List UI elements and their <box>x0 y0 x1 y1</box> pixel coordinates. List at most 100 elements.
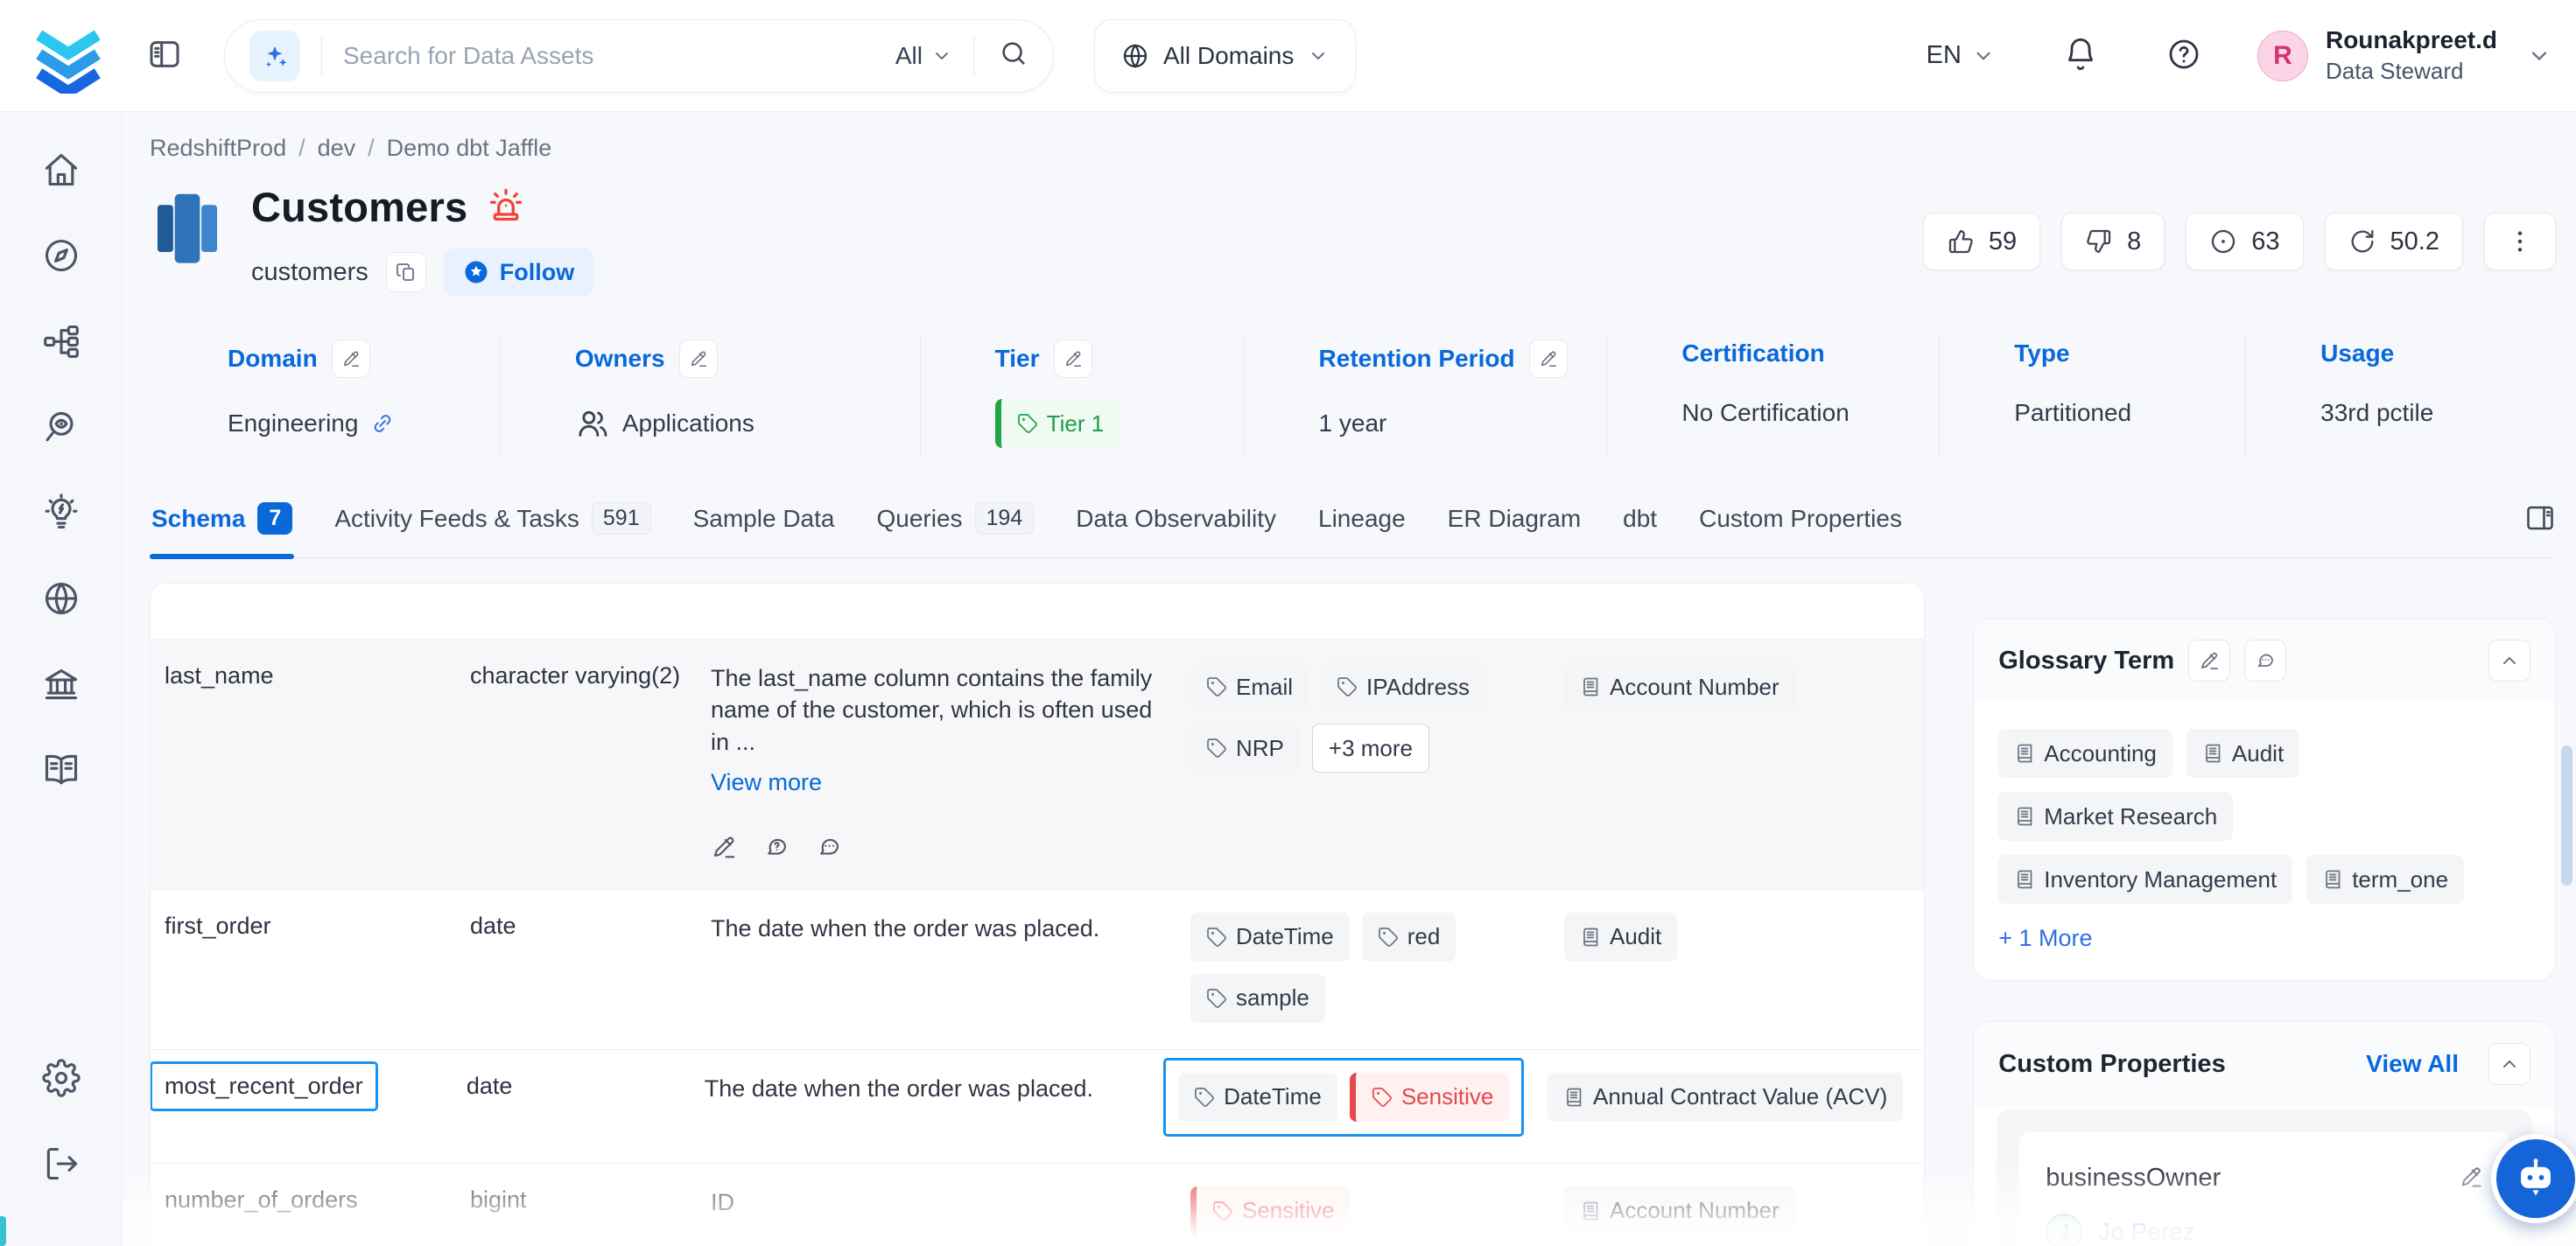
vertical-scrollbar-thumb[interactable] <box>2561 746 2572 886</box>
comments-icon-button[interactable] <box>2244 640 2286 682</box>
selection-highlight-box: DateTime Sensitive <box>1163 1058 1524 1137</box>
notifications-bell-icon[interactable] <box>2063 37 2098 74</box>
column-description-cell: The last_name column contains the family… <box>711 662 1190 863</box>
search-icon[interactable] <box>999 38 1028 73</box>
more-tags-chip[interactable]: +3 more <box>1312 724 1429 773</box>
view-more-link[interactable]: View more <box>711 766 822 798</box>
tier-chip[interactable]: Tier 1 <box>995 399 1120 448</box>
target-stat-button[interactable]: 63 <box>2186 213 2303 270</box>
search-scope-dropdown[interactable]: All <box>895 42 952 70</box>
sidebar-item-insights-bulb[interactable] <box>33 485 89 541</box>
glossary-term-chip[interactable]: Market Research <box>1998 792 2233 841</box>
tag-chip[interactable]: Email <box>1190 662 1309 711</box>
meta-value: 1 year <box>1319 399 1607 448</box>
edit-icon-button[interactable] <box>1529 340 1568 378</box>
comments-icon[interactable] <box>816 834 842 863</box>
tag-chip[interactable]: DateTime <box>1178 1073 1337 1122</box>
column-name: number_of_orders <box>165 1186 358 1213</box>
glossary-term-chip[interactable]: Account Number <box>1564 1186 1795 1236</box>
tab-er-diagram[interactable]: ER Diagram <box>1446 500 1583 556</box>
panel-right-toggle-icon[interactable] <box>2524 502 2556 536</box>
column-tags-cell: EmailIPAddress NRP+3 more <box>1190 662 1564 863</box>
sidebar-item-data-flow[interactable] <box>33 313 89 369</box>
app-logo-icon[interactable] <box>35 23 102 89</box>
user-profile-menu[interactable]: R Rounakpreet.d Data Steward <box>2257 26 2551 85</box>
glossary-term-chip[interactable]: Audit <box>2186 729 2299 778</box>
breadcrumb-item[interactable]: RedshiftProd <box>150 135 286 162</box>
sidebar-item-domains-globe[interactable] <box>33 570 89 626</box>
tag-chip[interactable]: Sensitive <box>1190 1186 1351 1236</box>
sidebar-item-explore-compass[interactable] <box>33 228 89 284</box>
tag-icon <box>1206 738 1227 759</box>
tab-lineage[interactable]: Lineage <box>1316 500 1407 556</box>
request-description-icon[interactable] <box>763 834 790 863</box>
tag-chip[interactable]: IPAddress <box>1321 662 1485 711</box>
tag-icon <box>1212 1200 1233 1222</box>
meta-value-text: 1 year <box>1319 410 1387 438</box>
sidebar-scroll-indicator <box>0 1216 6 1246</box>
tag-icon <box>1194 1087 1215 1108</box>
sidebar-item-governance-bank[interactable] <box>33 656 89 712</box>
copy-icon[interactable] <box>386 252 426 292</box>
tab-data-observability[interactable]: Data Observability <box>1074 500 1278 556</box>
glossary-term-chip[interactable]: Account Number <box>1564 662 1795 711</box>
breadcrumb-item[interactable]: dev <box>318 135 356 162</box>
tag-chip[interactable]: Sensitive <box>1350 1073 1510 1122</box>
edit-icon-button[interactable] <box>1054 340 1092 378</box>
tag-chip[interactable]: red <box>1362 913 1456 962</box>
glossary-term-chip[interactable]: Inventory Management <box>1998 855 2292 904</box>
book-icon <box>2014 743 2035 764</box>
sidebar-item-home[interactable] <box>33 142 89 198</box>
follow-button[interactable]: Follow <box>444 248 593 296</box>
edit-icon-button[interactable] <box>332 340 370 378</box>
collapse-chevron-up-icon[interactable] <box>2488 1043 2530 1085</box>
user-link[interactable]: Jo Perez <box>2098 1218 2195 1246</box>
chatbot-button[interactable] <box>2491 1134 2576 1223</box>
search-input[interactable] <box>343 42 895 70</box>
pencil-glyph <box>711 834 737 860</box>
breadcrumb-item[interactable]: Demo dbt Jaffle <box>387 135 552 162</box>
link-icon[interactable] <box>370 411 395 436</box>
tab-schema[interactable]: Schema7 <box>150 497 294 557</box>
tag-chip[interactable]: sample <box>1190 974 1325 1023</box>
glossary-term-chip[interactable]: Annual Contract Value (ACV) <box>1548 1073 1903 1122</box>
tag-chip[interactable]: NRP <box>1190 724 1300 773</box>
tab-custom-properties[interactable]: Custom Properties <box>1697 500 1904 556</box>
sidebar-item-settings-gear[interactable] <box>33 1050 89 1106</box>
sidebar-item-glossary-book[interactable] <box>33 742 89 798</box>
all-domains-button[interactable]: All Domains <box>1094 19 1356 93</box>
thumbs-up-stat-button[interactable]: 59 <box>1923 213 2040 270</box>
tab-queries[interactable]: Queries194 <box>874 497 1035 557</box>
help-icon[interactable] <box>2166 37 2201 74</box>
meta-label: Certification <box>1681 340 1824 368</box>
edit-icon[interactable] <box>711 834 737 863</box>
glossary-term-chip[interactable]: Accounting <box>1998 729 2172 778</box>
edit-icon-button[interactable] <box>679 340 718 378</box>
glossary-term-chip[interactable]: term_one <box>2306 855 2464 904</box>
collapse-chevron-up-icon[interactable] <box>2488 640 2530 682</box>
ai-sparkles-icon[interactable] <box>249 31 300 81</box>
language-dropdown[interactable]: EN <box>1927 41 1995 70</box>
settings-gear-icon <box>42 1059 81 1097</box>
sidebar-toggle-icon[interactable] <box>142 33 187 79</box>
entity-metadata-strip: DomainEngineeringOwnersApplicationsTierT… <box>150 334 2556 457</box>
more-actions-kebab-button[interactable] <box>2484 213 2556 270</box>
edit-icon-button[interactable] <box>2188 640 2230 682</box>
glossary-more-link[interactable]: + 1 More <box>1998 925 2092 952</box>
book-icon <box>1580 676 1601 697</box>
sidebar-item-logout[interactable] <box>33 1136 89 1192</box>
view-all-link[interactable]: View All <box>2366 1050 2459 1078</box>
tab-dbt[interactable]: dbt <box>1621 500 1659 556</box>
book-icon <box>1580 1200 1601 1222</box>
sidebar-item-observability-search-eye[interactable] <box>33 399 89 455</box>
tab-sample-data[interactable]: Sample Data <box>691 500 837 556</box>
glossary-term-chip[interactable]: Audit <box>1564 913 1677 962</box>
glossary-chip-label: Account Number <box>1610 1197 1779 1224</box>
tag-chip-label: sample <box>1236 984 1309 1012</box>
edit-icon-button[interactable] <box>2459 1165 2483 1192</box>
tag-chip[interactable]: DateTime <box>1190 913 1350 962</box>
tab-activity-feeds-tasks[interactable]: Activity Feeds & Tasks591 <box>333 497 652 557</box>
refresh-stat-button[interactable]: 50.2 <box>2325 213 2463 270</box>
thumbs-down-stat-button[interactable]: 8 <box>2061 213 2165 270</box>
breadcrumb-separator: / <box>368 135 375 162</box>
